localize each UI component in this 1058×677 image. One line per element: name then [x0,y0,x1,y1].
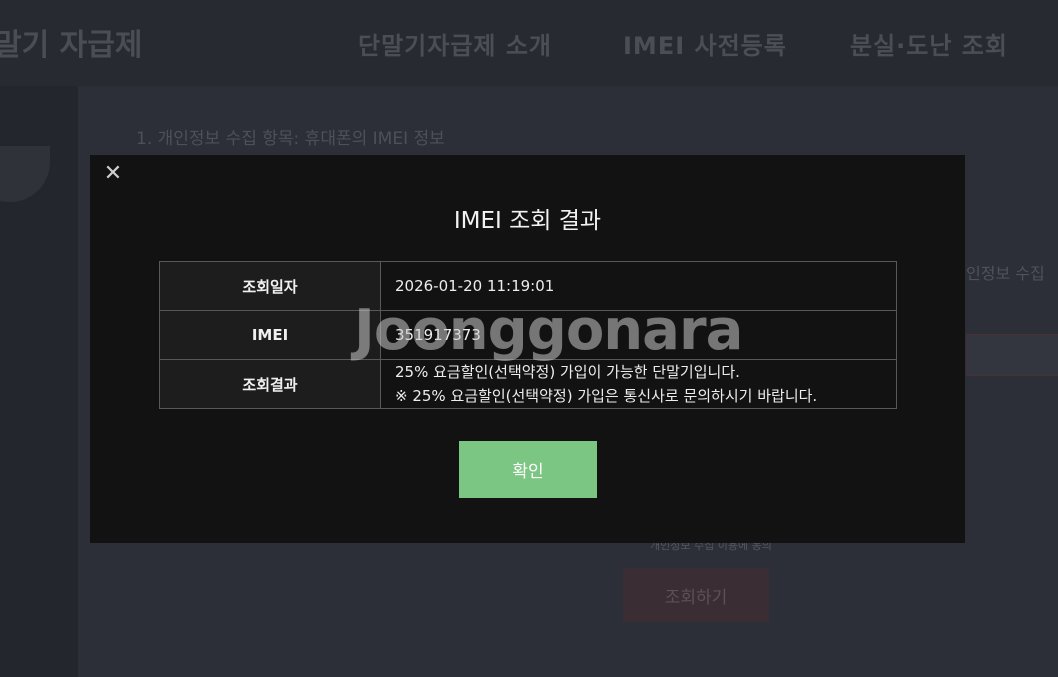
imei-result-modal: ✕ IMEI 조회 결과 조회일자 2026-01-20 11:19:01 IM… [90,155,965,543]
search-button[interactable]: 조회하기 [623,568,769,622]
site-logo: 말기 자급제 [0,28,143,63]
row-label-date: 조회일자 [159,261,381,311]
table-row: 조회일자 2026-01-20 11:19:01 [159,261,897,311]
result-line-1: 25% 요금할인(선택약정) 가입이 가능한 단말기입니다. [395,363,740,381]
imei-input-background[interactable] [966,334,1058,376]
row-label-result: 조회결과 [159,359,381,409]
result-table: 조회일자 2026-01-20 11:19:01 IMEI 351917373 … [159,261,897,409]
close-icon[interactable]: ✕ [102,163,124,185]
nav-imei-register[interactable]: IMEI 사전등록 [623,26,787,61]
sidebar-avatar [0,146,50,202]
row-value-date: 2026-01-20 11:19:01 [380,261,897,311]
row-value-imei: 351917373 [380,310,897,360]
site-header: 말기 자급제 단말기자급제 소개 IMEI 사전등록 분실·도난 조회 [0,0,1058,86]
nav-intro[interactable]: 단말기자급제 소개 [358,26,552,61]
privacy-item-text: 1. 개인정보 수집 항목: 휴대폰의 IMEI 정보 [136,129,445,149]
confirm-button[interactable]: 확인 [459,441,597,498]
sidebar [0,86,78,677]
table-row: IMEI 351917373 [159,310,897,360]
row-label-imei: IMEI [159,310,381,360]
nav-lost-stolen[interactable]: 분실·도난 조회 [850,26,1008,61]
row-value-result: 25% 요금할인(선택약정) 가입이 가능한 단말기입니다. ※ 25% 요금할… [380,359,897,409]
modal-title: IMEI 조회 결과 [453,208,602,234]
table-row: 조회결과 25% 요금할인(선택약정) 가입이 가능한 단말기입니다. ※ 25… [159,359,897,409]
privacy-side-text: 인정보 수집 [966,264,1045,283]
result-line-2: ※ 25% 요금할인(선택약정) 가입은 통신사로 문의하시기 바랍니다. [395,387,818,405]
